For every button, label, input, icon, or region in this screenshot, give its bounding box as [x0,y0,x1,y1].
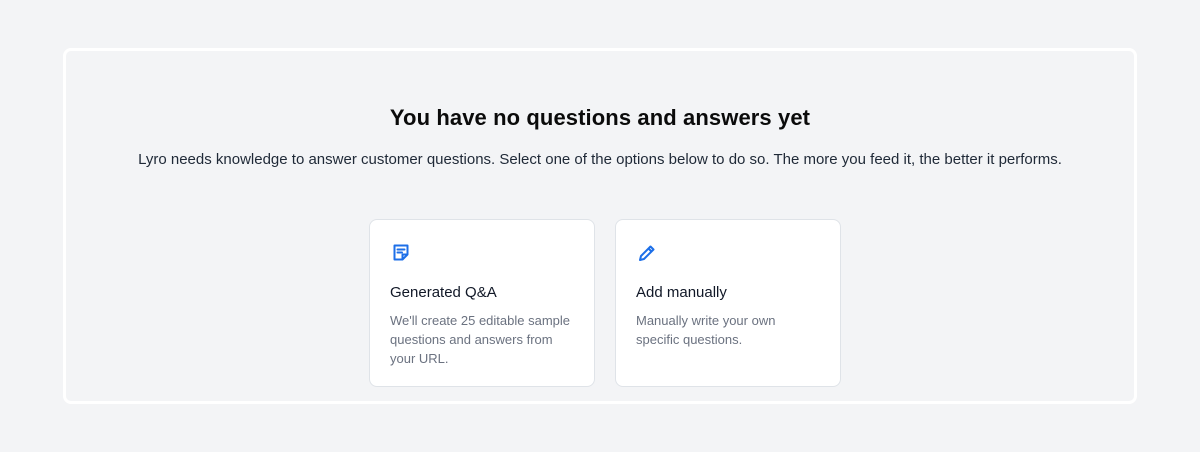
add-manually-option-card[interactable]: Add manually Manually write your own spe… [615,219,841,387]
document-list-icon [390,242,412,264]
generated-qa-title: Generated Q&A [390,284,497,301]
add-manually-title: Add manually [636,284,727,301]
generated-qa-option-card[interactable]: Generated Q&A We'll create 25 editable s… [369,219,595,387]
generated-qa-description: We'll create 25 editable sample question… [390,313,571,366]
add-manually-description: Manually write your own specific questio… [636,313,776,347]
empty-state-title: You have no questions and answers yet [389,105,811,130]
empty-state-panel: You have no questions and answers yet Ly… [63,48,1137,404]
empty-state-subtitle: Lyro needs knowledge to answer customer … [138,151,1062,168]
pencil-icon [636,242,658,264]
